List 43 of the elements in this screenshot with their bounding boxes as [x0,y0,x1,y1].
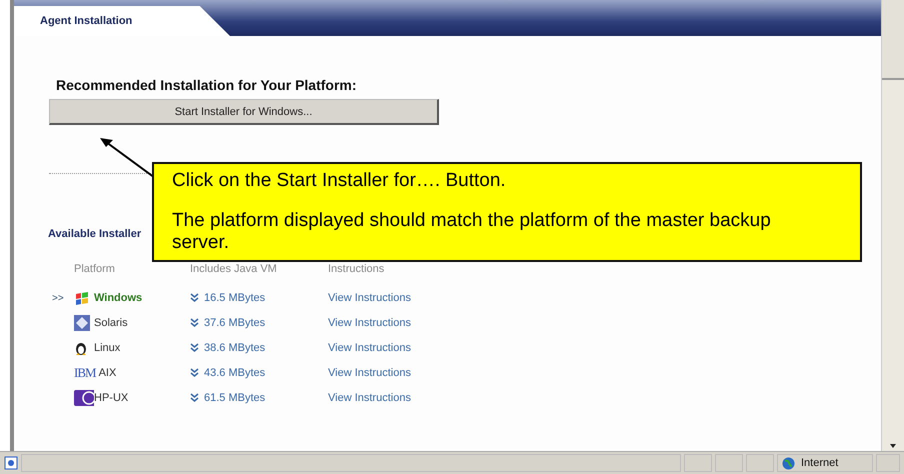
start-installer-button[interactable]: Start Installer for Windows... [49,99,439,125]
column-header: Instructions [328,263,386,277]
status-pane [684,454,712,472]
platform-name: Linux [94,342,120,354]
section-heading: Recommended Installation for Your Platform: [56,77,358,93]
platform-name: AIX [98,367,116,379]
double-chevron-down-icon [190,393,199,403]
double-chevron-down-icon [190,293,199,303]
platform-logo: IBM [74,365,96,381]
double-chevron-down-icon [190,318,199,328]
download-size-link[interactable]: 61.5 MBytes [204,392,266,404]
double-chevron-down-icon [190,343,199,353]
section-heading: Available Installer [48,228,142,240]
download-size-link[interactable]: 37.6 MBytes [204,317,266,329]
column-header: Platform [74,263,116,277]
globe-icon [782,456,795,470]
scrollbar-thumb[interactable] [882,0,904,80]
hp-logo-icon [74,390,94,406]
windows-flag-icon [74,291,90,305]
platform-name: Solaris [94,317,128,329]
view-instructions-link[interactable]: View Instructions [328,292,411,304]
view-instructions-link[interactable]: View Instructions [328,317,411,329]
download-size-link[interactable]: 43.6 MBytes [204,367,266,379]
double-chevron-down-icon [190,368,199,378]
status-pane [746,454,774,472]
diamond-logo-icon [74,315,90,331]
status-pane [715,454,743,472]
download-size-link[interactable]: 16.5 MBytes [204,292,266,304]
page-icon [4,456,18,470]
status-pane [876,454,900,472]
callout-text: Click on the Start Installer for…. Button. [172,170,507,192]
penguin-icon [74,340,88,356]
selected-marker: >> [52,292,64,304]
security-zone-label: Internet [801,457,838,469]
tab-title[interactable]: Agent Installation [14,6,230,36]
view-instructions-link[interactable]: View Instructions [328,392,411,404]
platform-name: Windows [94,292,142,304]
view-instructions-link[interactable]: View Instructions [328,342,411,354]
download-size-link[interactable]: 38.6 MBytes [204,342,266,354]
column-header: Includes Java VM [190,263,278,277]
view-instructions-link[interactable]: View Instructions [328,367,411,379]
platform-name: HP-UX [94,392,128,404]
callout-text: The platform displayed should match the platform of the master backup server. [172,210,772,254]
